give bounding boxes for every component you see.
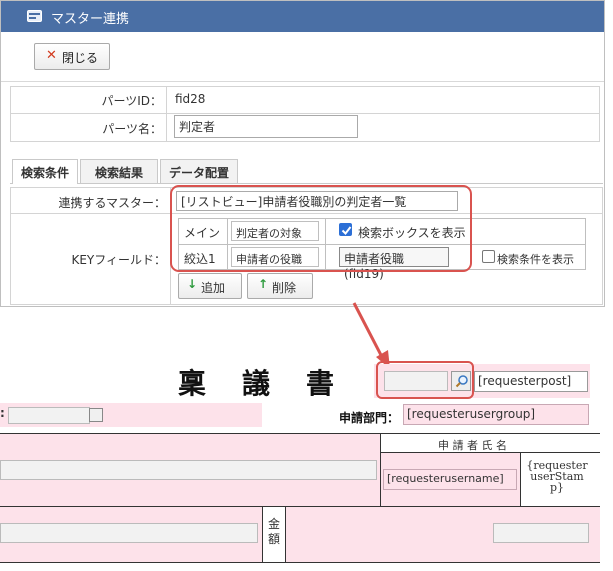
text-input[interactable] (0, 523, 258, 543)
master-label: 連携するマスター： (58, 196, 166, 210)
form-title: 稟 議 書 (178, 367, 339, 400)
tab-baseline (10, 183, 603, 184)
add-button-label: 追加 (201, 281, 226, 295)
delete-button-label: 削除 (272, 281, 297, 295)
tab-data-placement[interactable]: データ配置 (160, 159, 238, 183)
show-search-condition-checkbox[interactable] (482, 250, 495, 263)
dialog-titlebar: マスター連携 (1, 1, 604, 32)
text-input[interactable] (0, 460, 377, 480)
delete-button[interactable]: ↑ 削除 (247, 273, 313, 299)
date-input[interactable] (8, 407, 90, 424)
tab-search-conditions[interactable]: 検索条件 (12, 159, 78, 184)
applicant-name-header: 申 請 者 氏 名 (438, 439, 507, 452)
calendar-icon[interactable] (89, 408, 103, 422)
table-border (0, 562, 600, 563)
close-icon: ✕ (46, 48, 57, 63)
requesterusername-field[interactable]: [requesterusername] (383, 469, 517, 490)
key-field-label: KEYフィールド： (71, 253, 166, 267)
user-stamp-placeholder: {requester userStam p} (526, 459, 588, 494)
parts-id-label: パーツID： (101, 94, 162, 108)
table-border (262, 507, 263, 562)
divider (10, 113, 600, 114)
window-icon (27, 10, 42, 22)
tab-search-results[interactable]: 検索結果 (80, 159, 158, 183)
parts-name-input[interactable]: 判定者 (174, 115, 358, 138)
close-button[interactable]: ✕ 閉じる (34, 43, 110, 70)
requesterpost-field[interactable]: [requesterpost] (474, 371, 588, 392)
highlight-frame (170, 185, 472, 272)
department-label: 申請部門： (339, 411, 400, 425)
arrow-up-icon: ↑ (258, 277, 269, 291)
highlight-frame (376, 361, 474, 399)
add-button[interactable]: ↓ 追加 (178, 273, 242, 299)
table-border (520, 453, 521, 506)
amount-input[interactable] (493, 523, 589, 543)
parts-id-value: fid28 (175, 92, 206, 106)
colon-text: : (0, 406, 5, 420)
dialog-title: マスター連携 (51, 12, 130, 27)
show-search-condition-label: 検索条件を表示 (497, 253, 574, 266)
divider (166, 86, 167, 142)
requesterusergroup-field[interactable]: [requesterusergroup] (403, 404, 589, 425)
amount-label: 金額 (267, 517, 280, 546)
close-button-label: 閉じる (62, 51, 99, 65)
parts-name-label: パーツ名： (102, 122, 162, 136)
arrow-down-icon: ↓ (187, 277, 198, 291)
